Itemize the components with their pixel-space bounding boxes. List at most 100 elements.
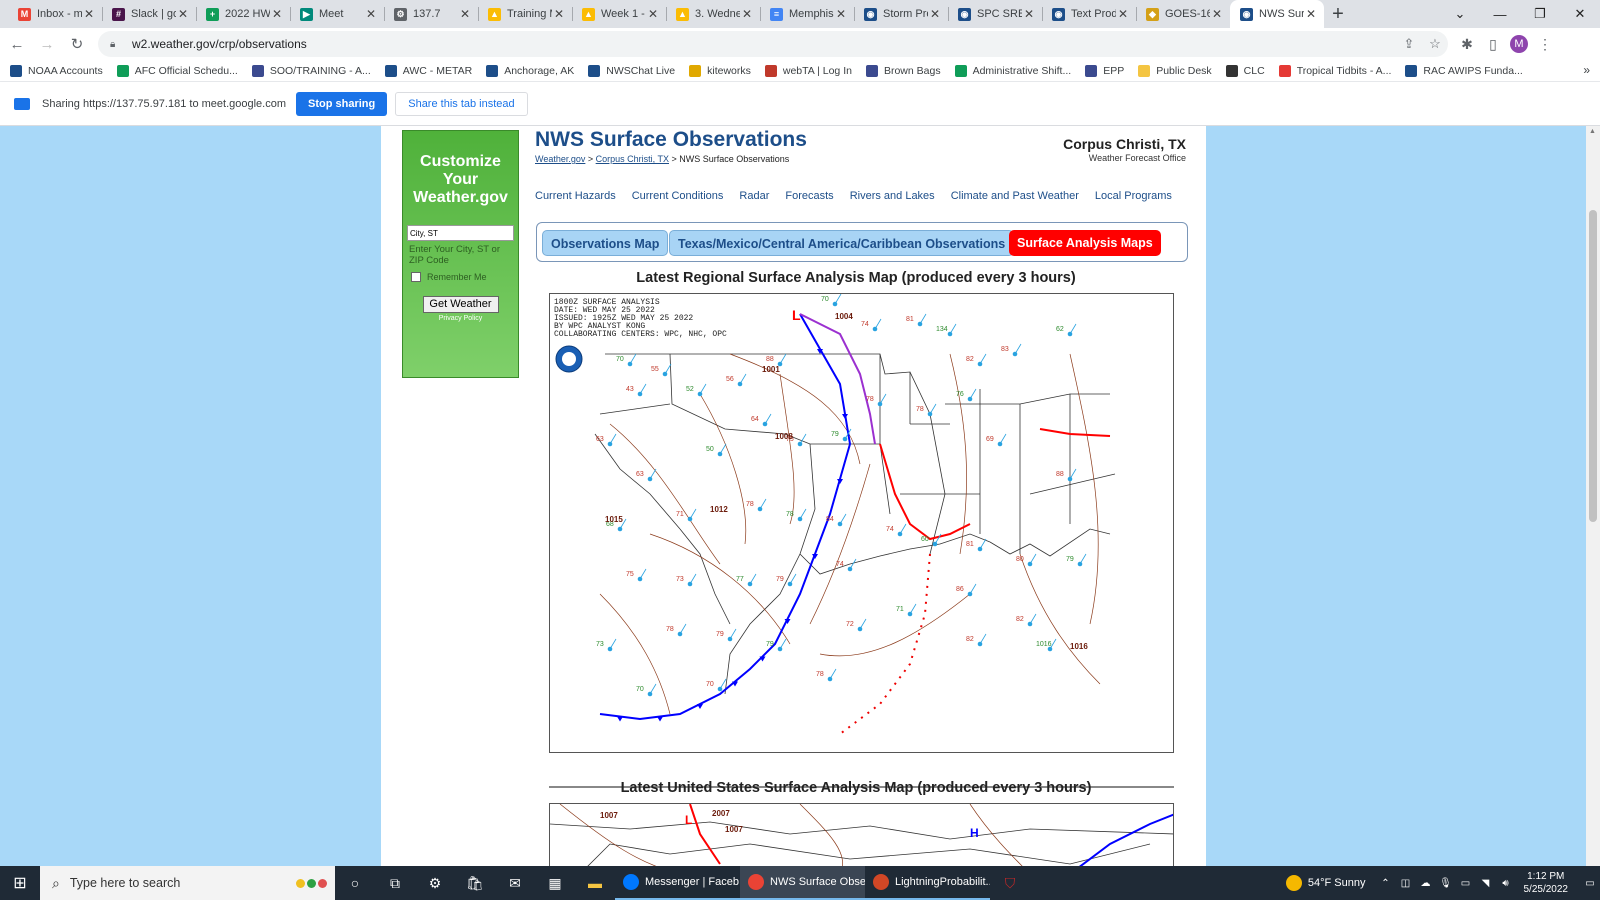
new-tab-icon[interactable]: +	[1324, 0, 1352, 28]
bookmark-star-icon[interactable]: ☆	[1422, 36, 1448, 52]
bookmark-item[interactable]: CLC	[1225, 64, 1265, 77]
clock[interactable]: 1:12 PM 5/25/2022	[1524, 870, 1569, 896]
breadcrumb-office[interactable]: Corpus Christi, TX	[596, 154, 669, 164]
browser-tab[interactable]: # Slack | go ✕	[102, 0, 196, 28]
bookmark-item[interactable]: SOO/TRAINING - A...	[251, 64, 371, 77]
side-panel-icon[interactable]: ▯	[1480, 36, 1506, 53]
close-tab-icon[interactable]: ✕	[834, 7, 848, 21]
close-tab-icon[interactable]: ✕	[1022, 7, 1036, 21]
more-bookmarks-icon[interactable]: »	[1583, 63, 1590, 77]
camera-icon[interactable]: ◫	[1397, 878, 1415, 889]
browser-tab[interactable]: ◉ Storm Pre ✕	[854, 0, 948, 28]
browser-tab[interactable]: ▲ Week 1 - ✕	[572, 0, 666, 28]
mcafee-icon[interactable]: ⛉	[990, 866, 1030, 900]
nav-link[interactable]: Current Conditions	[632, 190, 724, 202]
reload-icon[interactable]: ↻	[64, 31, 90, 57]
microphone-icon[interactable]: 🎙︎	[1437, 878, 1455, 889]
file-explorer-icon[interactable]: ▬	[575, 866, 615, 900]
scrollbar-thumb[interactable]	[1589, 210, 1597, 522]
page-scrollbar[interactable]: ▲	[1586, 126, 1600, 866]
bookmark-item[interactable]: AWC - METAR	[384, 64, 472, 77]
store-icon[interactable]: 🛍︎	[455, 866, 495, 900]
regional-surface-analysis-map[interactable]: 1800Z SURFACE ANALYSIS DATE: WED MAY 25 2…	[549, 293, 1174, 753]
tab-search-icon[interactable]: ⌄	[1440, 0, 1480, 28]
nav-link[interactable]: Local Programs	[1095, 190, 1172, 202]
extensions-icon[interactable]: ✱	[1454, 36, 1480, 53]
weather-widget[interactable]: 54°F Sunny	[1285, 875, 1366, 891]
task-view-icon[interactable]: ⧉	[375, 866, 415, 900]
close-tab-icon[interactable]: ✕	[646, 7, 660, 21]
close-tab-icon[interactable]: ✕	[458, 7, 472, 21]
stop-sharing-button[interactable]: Stop sharing	[296, 91, 388, 116]
bookmark-item[interactable]: Anchorage, AK	[486, 64, 574, 77]
close-window-icon[interactable]: ✕	[1560, 0, 1600, 28]
share-page-icon[interactable]: ⇪	[1396, 36, 1422, 52]
privacy-policy-link[interactable]: Privacy Policy	[403, 315, 518, 322]
close-tab-icon[interactable]: ✕	[1304, 7, 1318, 21]
calculator-icon[interactable]: ▦	[535, 866, 575, 900]
breadcrumb-home[interactable]: Weather.gov	[535, 154, 585, 164]
taskbar-app[interactable]: NWS Surface Obser...	[740, 866, 865, 900]
bookmark-item[interactable]: Tropical Tidbits - A...	[1278, 64, 1391, 77]
get-weather-button[interactable]: Get Weather	[422, 296, 499, 313]
close-tab-icon[interactable]: ✕	[270, 7, 284, 21]
taskbar-app[interactable]: Messenger | Faceb...	[615, 866, 740, 900]
forward-icon[interactable]: →	[34, 31, 60, 57]
lock-icon[interactable]: 🔒︎	[110, 39, 124, 50]
nav-link[interactable]: Forecasts	[785, 190, 833, 202]
notifications-icon[interactable]: ▭	[1581, 878, 1599, 889]
windows-start-icon[interactable]: ⊞	[0, 866, 40, 900]
bookmark-item[interactable]: NWSChat Live	[588, 64, 675, 77]
taskbar-app[interactable]: LightningProbabilit...	[865, 866, 990, 900]
bookmark-item[interactable]: Administrative Shift...	[954, 64, 1071, 77]
scroll-up-icon[interactable]: ▲	[1589, 128, 1596, 135]
url-text[interactable]: w2.weather.gov/crp/observations	[132, 37, 307, 51]
minimize-icon[interactable]: —	[1480, 0, 1520, 28]
browser-tab[interactable]: M Inbox - m ✕	[8, 0, 102, 28]
menu-icon[interactable]: ⋮	[1532, 36, 1558, 53]
profile-avatar[interactable]: M	[1510, 35, 1528, 53]
us-surface-analysis-map[interactable]: 1007 2007 1007 H L	[549, 803, 1174, 866]
bookmark-item[interactable]: Public Desk	[1138, 64, 1212, 77]
close-tab-icon[interactable]: ✕	[928, 7, 942, 21]
tab-texas-mexico-observations[interactable]: Texas/Mexico/Central America/Caribbean O…	[669, 230, 1015, 256]
show-hidden-icons[interactable]: ⌃	[1377, 878, 1395, 889]
bookmark-item[interactable]: AFC Official Schedu...	[116, 64, 238, 77]
close-tab-icon[interactable]: ✕	[176, 7, 190, 21]
network-icon[interactable]: ◥	[1477, 878, 1495, 889]
close-tab-icon[interactable]: ✕	[1210, 7, 1224, 21]
close-tab-icon[interactable]: ✕	[552, 7, 566, 21]
close-tab-icon[interactable]: ✕	[1116, 7, 1130, 21]
browser-tab[interactable]: ◉ Text Prod ✕	[1042, 0, 1136, 28]
tab-surface-analysis-maps[interactable]: Surface Analysis Maps	[1009, 230, 1161, 256]
battery-icon[interactable]: ▭	[1457, 878, 1475, 889]
mail-icon[interactable]: ✉	[495, 866, 535, 900]
nav-link[interactable]: Radar	[739, 190, 769, 202]
close-tab-icon[interactable]: ✕	[740, 7, 754, 21]
nav-link[interactable]: Current Hazards	[535, 190, 616, 202]
cortana-icon[interactable]: ○	[335, 866, 375, 900]
nav-link[interactable]: Climate and Past Weather	[951, 190, 1079, 202]
city-input[interactable]	[407, 225, 514, 241]
remember-me-checkbox[interactable]	[411, 272, 421, 282]
volume-icon[interactable]: 🔊︎	[1497, 878, 1515, 889]
close-tab-icon[interactable]: ✕	[364, 7, 378, 21]
remember-me[interactable]: Remember Me	[411, 272, 518, 282]
nav-link[interactable]: Rivers and Lakes	[850, 190, 935, 202]
settings-icon[interactable]: ⚙	[415, 866, 455, 900]
restore-icon[interactable]: ❐	[1520, 0, 1560, 28]
close-tab-icon[interactable]: ✕	[82, 7, 96, 21]
browser-tab[interactable]: ▲Training M✕	[478, 0, 572, 28]
bookmark-item[interactable]: RAC AWIPS Funda...	[1405, 64, 1523, 77]
bookmark-item[interactable]: kiteworks	[689, 64, 751, 77]
bookmark-item[interactable]: Brown Bags	[865, 64, 941, 77]
browser-tab[interactable]: ▲ 3. Wedne ✕	[666, 0, 760, 28]
bookmark-item[interactable]: EPP	[1085, 64, 1124, 77]
browser-tab[interactable]: ◆ GOES-16 ✕	[1136, 0, 1230, 28]
taskbar-search[interactable]: ⌕ Type here to search	[40, 866, 335, 900]
tab-observations-map[interactable]: Observations Map	[542, 230, 669, 256]
share-this-tab-button[interactable]: Share this tab instead	[395, 91, 528, 116]
cloud-icon[interactable]: ☁	[1417, 878, 1435, 889]
back-icon[interactable]: ←	[4, 31, 30, 57]
address-bar[interactable]: 🔒︎ w2.weather.gov/crp/observations ⇪ ☆	[98, 31, 1448, 57]
